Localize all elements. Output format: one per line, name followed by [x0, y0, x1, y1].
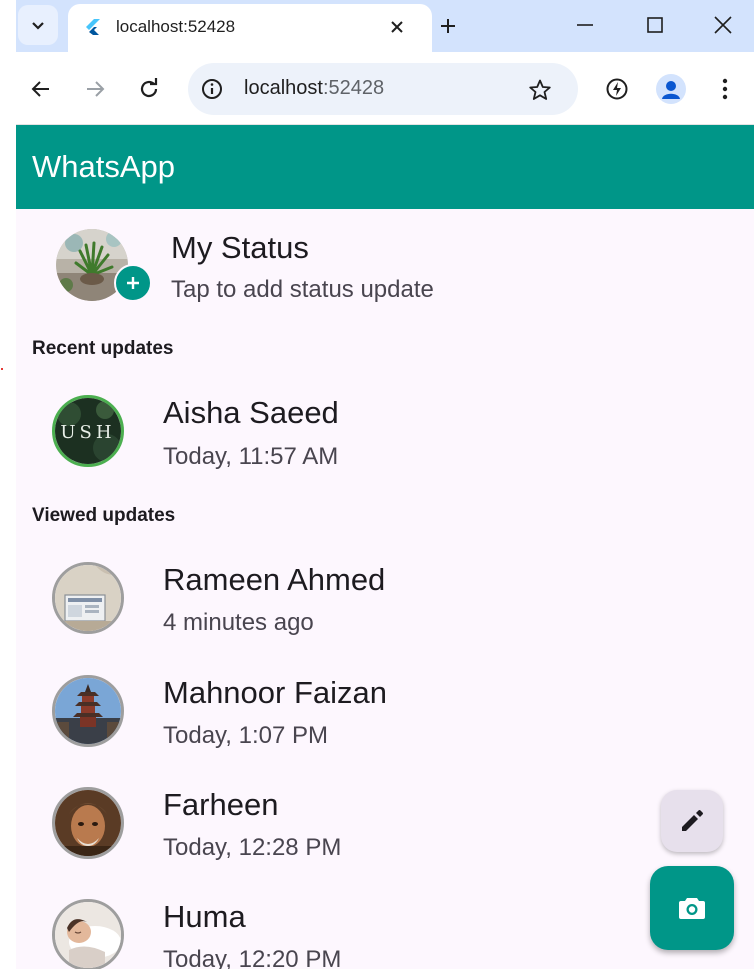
plus-icon — [127, 277, 139, 289]
minimize-button[interactable] — [570, 10, 600, 40]
browser-tab[interactable]: localhost:52428 — [68, 4, 432, 52]
avatar[interactable] — [52, 562, 124, 634]
maximize-button[interactable] — [640, 10, 670, 40]
url-text: localhost:52428 — [244, 77, 384, 100]
browser-menu-button[interactable] — [710, 74, 740, 104]
flutter-icon — [86, 19, 100, 35]
arrow-right-icon — [87, 81, 105, 97]
camera-status-button[interactable] — [650, 866, 734, 950]
app-title: WhatsApp — [32, 149, 176, 184]
url-host: localhost — [244, 77, 323, 99]
profile-button[interactable] — [656, 74, 686, 104]
my-status-subtitle: Tap to add status update — [171, 276, 434, 303]
status-time: Today, 12:20 PM — [163, 946, 342, 969]
contact-name: Farheen — [163, 787, 279, 822]
sleeping-photo — [55, 902, 121, 968]
status-time: Today, 1:07 PM — [163, 722, 328, 749]
tab-title: localhost:52428 — [116, 17, 236, 36]
maximize-icon — [647, 17, 663, 33]
browser-tabstrip: localhost:52428 — [16, 0, 754, 52]
info-icon — [202, 79, 222, 99]
arrow-left-icon — [31, 81, 49, 97]
camera-icon — [679, 898, 705, 919]
ush-forest-photo: USH — [55, 398, 121, 464]
close-tab-button[interactable] — [384, 14, 410, 40]
avatar[interactable]: USH — [52, 395, 124, 467]
add-status-button[interactable] — [114, 264, 152, 302]
avatar[interactable] — [52, 787, 124, 859]
app-bar: WhatsApp — [16, 125, 754, 209]
browser-toolbar: localhost:52428 — [16, 52, 754, 125]
window-edge — [0, 0, 16, 969]
bookmark-button[interactable] — [526, 76, 554, 104]
reload-icon — [140, 78, 158, 98]
new-text-status-button[interactable] — [661, 790, 723, 852]
status-time: 4 minutes ago — [163, 609, 314, 636]
my-status-title: My Status — [171, 230, 309, 265]
address-bar[interactable]: localhost:52428 — [188, 63, 578, 115]
stray-pixel — [1, 368, 3, 370]
person-icon — [662, 81, 680, 99]
back-button[interactable] — [26, 74, 56, 104]
site-info-button[interactable] — [200, 77, 224, 101]
contact-name: Rameen Ahmed — [163, 562, 386, 597]
portrait-photo — [55, 790, 121, 856]
contact-name: Mahnoor Faizan — [163, 675, 388, 710]
more-vert-icon — [722, 78, 728, 100]
desk-photo — [55, 565, 121, 631]
status-page: My Status Tap to add status update Recen… — [16, 209, 754, 969]
contact-name: Huma — [163, 899, 246, 934]
avatar[interactable] — [52, 675, 124, 747]
svg-text:USH: USH — [60, 422, 115, 443]
star-icon — [529, 79, 551, 100]
tab-search-button[interactable] — [18, 5, 58, 45]
new-tab-button[interactable] — [434, 12, 462, 40]
performance-button[interactable] — [602, 74, 632, 104]
minimize-icon — [577, 24, 593, 26]
lightning-icon — [606, 78, 628, 100]
plus-icon — [441, 19, 455, 33]
viewed-updates-label: Viewed updates — [32, 505, 176, 526]
status-time: Today, 12:28 PM — [163, 834, 342, 861]
recent-updates-label: Recent updates — [32, 338, 174, 359]
pagoda-photo — [55, 678, 121, 744]
chevron-down-icon — [32, 22, 44, 30]
avatar[interactable] — [52, 899, 124, 969]
status-time: Today, 11:57 AM — [163, 443, 339, 470]
close-window-button[interactable] — [708, 10, 738, 40]
forward-button[interactable] — [80, 74, 110, 104]
close-icon — [714, 16, 732, 34]
pencil-icon — [682, 810, 703, 831]
contact-name: Aisha Saeed — [163, 395, 339, 430]
close-icon — [391, 21, 403, 33]
reload-button[interactable] — [134, 74, 164, 104]
url-port: :52428 — [322, 77, 385, 99]
